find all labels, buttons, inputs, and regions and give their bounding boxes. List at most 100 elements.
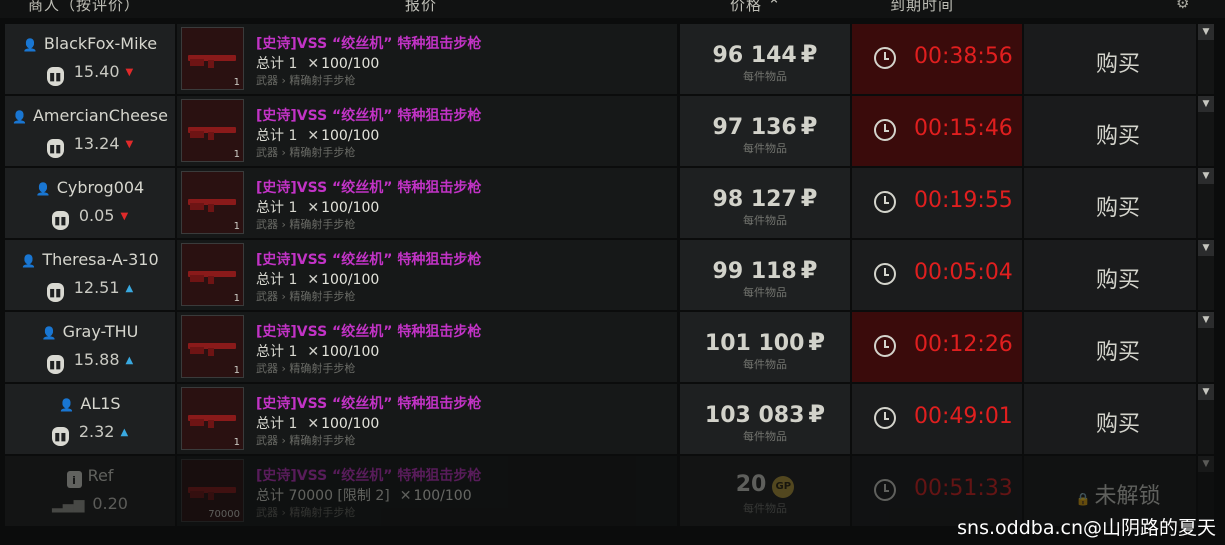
durability: ✕ 100/100 [307,416,379,432]
item-name[interactable]: [史诗]VSS “绞丝机” 特种狙击步枪 [256,465,481,485]
price-line: 99 118 ₽ [680,256,850,284]
item-quantity: 总计 1 [256,200,298,216]
item-quantity: 总计 1 [256,416,298,432]
item-thumbnail[interactable]: 1 [181,171,244,234]
item-quantity-line: 总计 1 ✕ 100/100 [256,125,379,145]
table-header: 商人（按评价） 报价 价格 ⌃ 到期时间 ⚙ [0,0,1225,18]
price-cell: 96 144 ₽ 每件物品 [680,24,850,94]
expand-column: ▼ [1198,240,1214,310]
buy-button[interactable]: 购买 [1024,24,1196,94]
chevron-down-icon[interactable]: ▼ [1198,24,1214,40]
chevron-down-icon[interactable]: ▼ [1198,168,1214,184]
item-thumbnail[interactable]: 1 [181,243,244,306]
expiry-column-header[interactable]: 到期时间 [890,0,954,15]
offer-column-header[interactable]: 报价 [405,0,437,15]
chevron-down-icon[interactable]: ▼ [1198,312,1214,328]
buy-button[interactable]: 购买 [1024,168,1196,238]
expiry-timer: 00:51:33 [914,476,1013,501]
rifle-mag-shape [208,204,214,212]
seller-column-header[interactable]: 商人（按评价） [28,0,140,15]
durability-icon: ✕ [307,344,320,360]
rating-down-arrow-icon: ▼ [120,211,129,222]
item-thumbnail[interactable]: 1 [181,27,244,90]
item-thumbnail[interactable]: 1 [181,387,244,450]
item-name[interactable]: [史诗]VSS “绞丝机” 特种狙击步枪 [256,105,481,125]
seller-rating: 15.88 [73,350,120,369]
expiry-timer: 00:19:55 [914,188,1013,213]
item-name[interactable]: [史诗]VSS “绞丝机” 特种狙击步枪 [256,393,481,413]
rifle-stock-shape [190,347,204,354]
seller-cell[interactable]: 👤 AL1S ▮▮ 2.32 ▲ [5,384,175,454]
durability-value: 100/100 [321,416,380,432]
seller-rating: 13.24 [73,134,120,153]
seller-cell[interactable]: 👤 Cybrog004 ▮▮ 0.05 ▼ [5,168,175,238]
seller-rating: 12.51 [73,278,120,297]
item-quantity: 总计 1 [256,272,298,288]
seller-rating-line: ▮▮ 13.24 ▼ [5,134,175,158]
per-unit-label: 每件物品 [743,142,787,155]
ref-trader-icon: i [66,471,82,488]
item-quantity-line: 总计 1 ✕ 100/100 [256,413,379,433]
rifle-mag-shape [208,492,214,500]
buy-label: 购买 [1095,196,1140,221]
shield-icon: ▮▮ [46,139,64,158]
offer-cell: 1 [史诗]VSS “绞丝机” 特种狙击步枪 总计 1 ✕ 100/100 武器 ›… [177,96,677,166]
rifle-mag-shape [208,60,214,68]
rating-up-arrow-icon: ▲ [125,283,134,294]
rifle-mag-shape [208,276,214,284]
rifle-mag-shape [208,132,214,140]
buy-label: 购买 [1095,412,1140,437]
rouble-icon: ₽ [808,400,826,428]
per-unit-label: 每件物品 [743,286,787,299]
price-header-label: 价格 [730,0,763,14]
offer-row: 👤 BlackFox-Mike ▮▮ 15.40 ▼ 1 [史诗]VSS “绞丝机” … [0,24,1225,94]
expiry-timer: 00:38:56 [914,44,1013,69]
item-category: 武器 › 精确射手步枪 [256,434,356,447]
item-quantity: 总计 1 [256,344,298,360]
chevron-down-icon[interactable]: ▼ [1198,456,1214,472]
price-column-header[interactable]: 价格 ⌃ [730,0,781,15]
expand-column: ▼ [1198,384,1214,454]
item-thumbnail[interactable]: 1 [181,99,244,162]
durability: ✕ 100/100 [400,488,472,504]
rifle-stock-shape [190,203,204,210]
rouble-icon: ₽ [800,184,818,212]
item-quantity-line: 总计 1 ✕ 100/100 [256,341,379,361]
expiry-timer: 00:12:26 [914,332,1013,357]
seller-name-line: 👤 Theresa-A-310 [5,250,175,269]
seller-cell[interactable]: 👤 AmercianCheese ▮▮ 13.24 ▼ [5,96,175,166]
chevron-down-icon[interactable]: ▼ [1198,96,1214,112]
buy-button[interactable]: 购买 [1024,312,1196,382]
seller-rating-line: ▮▮ 15.88 ▲ [5,350,175,374]
scrollbar[interactable] [1214,18,1225,545]
chevron-down-icon[interactable]: ▼ [1198,240,1214,256]
seller-cell[interactable]: i Ref ▂▄▆ 0.20 [5,456,175,526]
item-thumbnail[interactable]: 1 [181,315,244,378]
seller-cell[interactable]: 👤 Theresa-A-310 ▮▮ 12.51 ▲ [5,240,175,310]
item-name[interactable]: [史诗]VSS “绞丝机” 特种狙击步枪 [256,249,481,269]
durability-value: 100/100 [321,56,380,72]
price-value: 101 100 [704,331,805,356]
seller-cell[interactable]: 👤 BlackFox-Mike ▮▮ 15.40 ▼ [5,24,175,94]
item-category: 武器 › 精确射手步枪 [256,218,356,231]
item-name[interactable]: [史诗]VSS “绞丝机” 特种狙击步枪 [256,177,481,197]
item-name[interactable]: [史诗]VSS “绞丝机” 特种狙击步枪 [256,321,481,341]
rifle-stock-shape [190,275,204,282]
expiry-timer: 00:15:46 [914,116,1013,141]
item-thumbnail[interactable]: 70000 [181,459,244,522]
buy-button[interactable]: 购买 [1024,384,1196,454]
buy-label: 购买 [1095,340,1140,365]
buy-button[interactable]: 购买 [1024,96,1196,166]
durability-value: 100/100 [321,128,380,144]
offer-row: 👤 AmercianCheese ▮▮ 13.24 ▼ 1 [史诗]VSS “绞丝机”… [0,96,1225,166]
seller-cell[interactable]: 👤 Gray-THU ▮▮ 15.88 ▲ [5,312,175,382]
buy-button[interactable]: 购买 [1024,240,1196,310]
price-cell: 103 083 ₽ 每件物品 [680,384,850,454]
chevron-down-icon[interactable]: ▼ [1198,384,1214,400]
gear-icon[interactable]: ⚙ [1176,0,1189,12]
item-name[interactable]: [史诗]VSS “绞丝机” 特种狙击步枪 [256,33,481,53]
offer-row: 👤 Cybrog004 ▮▮ 0.05 ▼ 1 [史诗]VSS “绞丝机” 特种狙击步… [0,168,1225,238]
clock-icon [874,191,896,213]
action-text: 购买 [1024,118,1212,150]
buy-label: 购买 [1095,52,1140,77]
